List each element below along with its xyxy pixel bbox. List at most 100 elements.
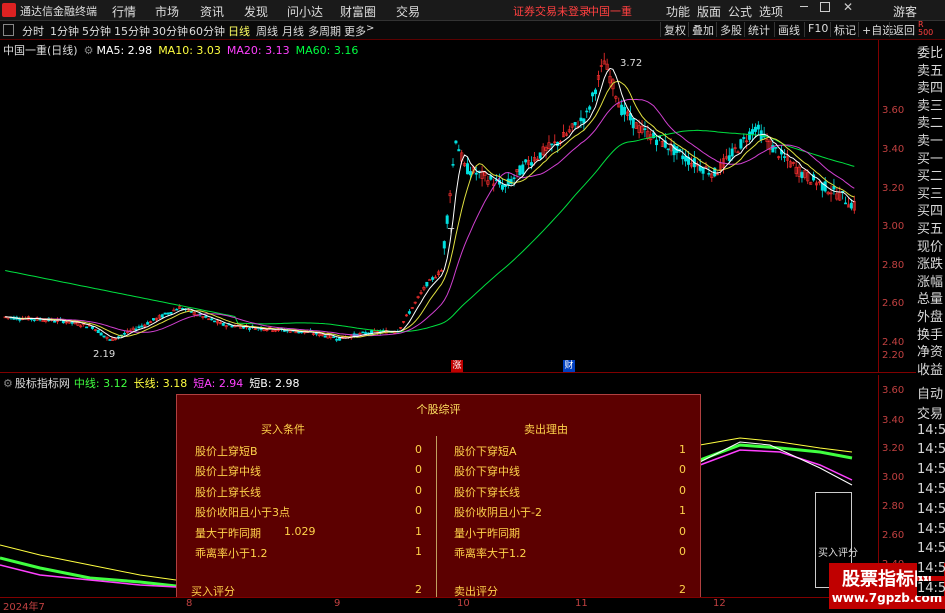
menu-gongneng[interactable]: 功能 <box>666 3 690 20</box>
short-a-label: 短A: 2.94 <box>193 377 244 390</box>
tool-fuquan[interactable]: 复权 <box>660 22 689 37</box>
cai-marker[interactable]: 财 <box>563 360 575 372</box>
toggle-icon[interactable] <box>3 24 14 36</box>
indicator-name: 股标指标网 <box>14 377 70 390</box>
kline-chart[interactable] <box>0 40 878 372</box>
app-logo-icon <box>2 3 16 17</box>
login-warning[interactable]: 证券交易未登录 <box>513 3 590 19</box>
sell-reason-flag: 0 <box>679 483 686 497</box>
sell-reason-label: 股价下穿短A <box>454 445 517 458</box>
pane-divider[interactable] <box>0 372 916 373</box>
period-monthly[interactable]: 月线 <box>282 23 304 39</box>
menu-hangqing[interactable]: 行情 <box>112 3 136 20</box>
candle-body <box>753 126 757 132</box>
menu-xuanxiang[interactable]: 选项 <box>759 3 783 20</box>
minimize-icon[interactable] <box>800 6 808 7</box>
candle-body <box>53 320 57 323</box>
settings-icon[interactable]: ⚙ <box>3 377 13 390</box>
menu-caifuquan[interactable]: 财富圈 <box>340 3 376 20</box>
sell-reason-label: 乖离率大于1.2 <box>454 547 527 560</box>
zhang-marker[interactable]: 涨 <box>451 360 463 372</box>
ytick: 3.00 <box>882 221 905 232</box>
candle-body <box>428 279 432 281</box>
ytick: 2.20 <box>882 350 905 361</box>
period-daily[interactable]: 日线 <box>228 23 250 39</box>
candle-body <box>160 314 164 318</box>
tool-diejia[interactable]: 叠加 <box>688 22 717 37</box>
candle-body <box>137 326 141 329</box>
candle-body <box>730 148 734 157</box>
candle-body <box>338 337 342 341</box>
period-60min[interactable]: 60分钟 <box>189 23 225 39</box>
mid-line-label: 中线: 3.12 <box>73 377 128 390</box>
long-line-label: 长线: 3.18 <box>133 377 188 390</box>
period-more[interactable]: 更多 <box>344 23 366 39</box>
period-30min[interactable]: 30分钟 <box>152 23 188 39</box>
period-fenshi[interactable]: 分时 <box>22 23 44 39</box>
buy-condition-flag: 0 <box>415 443 422 456</box>
quote-label: 外盘 <box>917 306 944 325</box>
candle-body <box>585 110 589 113</box>
menu-wenxiaoda[interactable]: 问小达 <box>287 3 323 20</box>
candle-body <box>783 156 787 158</box>
ytick: 3.40 <box>882 144 905 155</box>
candle-body <box>655 139 659 146</box>
candle-body <box>573 122 577 126</box>
candle-body <box>364 332 368 335</box>
quote-label: 买二 <box>917 165 944 185</box>
tool-fanhui[interactable]: 返回 <box>889 22 918 37</box>
candle-body <box>466 163 470 175</box>
period-bar: 分时 1分钟 5分钟 15分钟 30分钟 60分钟 日线 周线 月线 多周期 更… <box>0 21 945 40</box>
ytick: 3.20 <box>882 183 905 194</box>
buy-condition-flag: 0 <box>415 463 422 477</box>
guest-button[interactable]: 游客 <box>893 3 917 20</box>
menu-bar: 通达信金融终端 行情 市场 资讯 发现 问小达 财富圈 交易 证券交易未登录 中… <box>0 0 945 21</box>
buy-condition-value: 1.029 <box>284 524 316 538</box>
candle-body <box>431 277 435 280</box>
candle-body <box>707 172 711 175</box>
menu-shichang[interactable]: 市场 <box>155 3 179 20</box>
ytick: 2.60 <box>882 298 905 309</box>
candle-body <box>623 106 627 115</box>
candle-body <box>849 202 853 209</box>
menu-zixun[interactable]: 资讯 <box>200 3 224 20</box>
candle-body <box>593 89 597 95</box>
candle-body <box>323 335 327 338</box>
buy-header: 买入条件 <box>261 423 305 436</box>
candle-body <box>518 165 522 176</box>
buy-condition-label: 量大于昨同期 <box>195 526 261 540</box>
quote-label: 卖五 <box>917 59 944 79</box>
period-15min[interactable]: 15分钟 <box>114 23 150 39</box>
menu-gongshi[interactable]: 公式 <box>728 3 752 20</box>
tool-huaxian[interactable]: 画线 <box>774 22 803 37</box>
quote-label: 买三 <box>917 182 944 202</box>
maximize-icon[interactable] <box>820 2 830 12</box>
tool-f10[interactable]: F10 <box>804 22 831 37</box>
menu-jiaoyi[interactable]: 交易 <box>396 3 420 20</box>
close-icon[interactable]: ✕ <box>843 0 853 14</box>
tool-biaoji[interactable]: 标记 <box>830 22 859 37</box>
period-multi[interactable]: 多周期 <box>308 23 341 39</box>
candle-body <box>451 164 455 166</box>
sell-reason-flag: 0 <box>679 524 686 538</box>
sell-reason-label: 股价下穿长线 <box>454 485 520 499</box>
chevron-right-icon[interactable]: > <box>366 23 374 34</box>
menu-faxian[interactable]: 发现 <box>244 3 268 20</box>
quote-label: 卖二 <box>917 112 944 132</box>
quote-panel: 委比 卖五 卖四 卖三 卖二 卖一 买一 买二 买三 买四 买五 现价 涨跌 涨幅 总量 外盘 换手 净资 收益 <box>917 40 945 380</box>
t-marker: T <box>448 227 455 238</box>
period-1min[interactable]: 1分钟 <box>50 23 79 39</box>
ind-ytick: 3.40 <box>882 415 905 426</box>
ind-ytick: 3.20 <box>882 443 905 454</box>
trade-time-label: 14:5 <box>917 482 945 497</box>
period-5min[interactable]: 5分钟 <box>82 23 111 39</box>
candle-body <box>18 319 22 321</box>
tool-tongji[interactable]: 统计 <box>744 22 773 37</box>
candle-body <box>85 326 89 329</box>
candle-body <box>204 315 208 318</box>
buy-condition-flag: 0 <box>415 483 422 497</box>
menu-banmian[interactable]: 版面 <box>697 3 721 20</box>
tool-duogu[interactable]: 多股 <box>716 22 745 37</box>
period-weekly[interactable]: 周线 <box>256 23 278 39</box>
candle-body <box>739 139 743 149</box>
